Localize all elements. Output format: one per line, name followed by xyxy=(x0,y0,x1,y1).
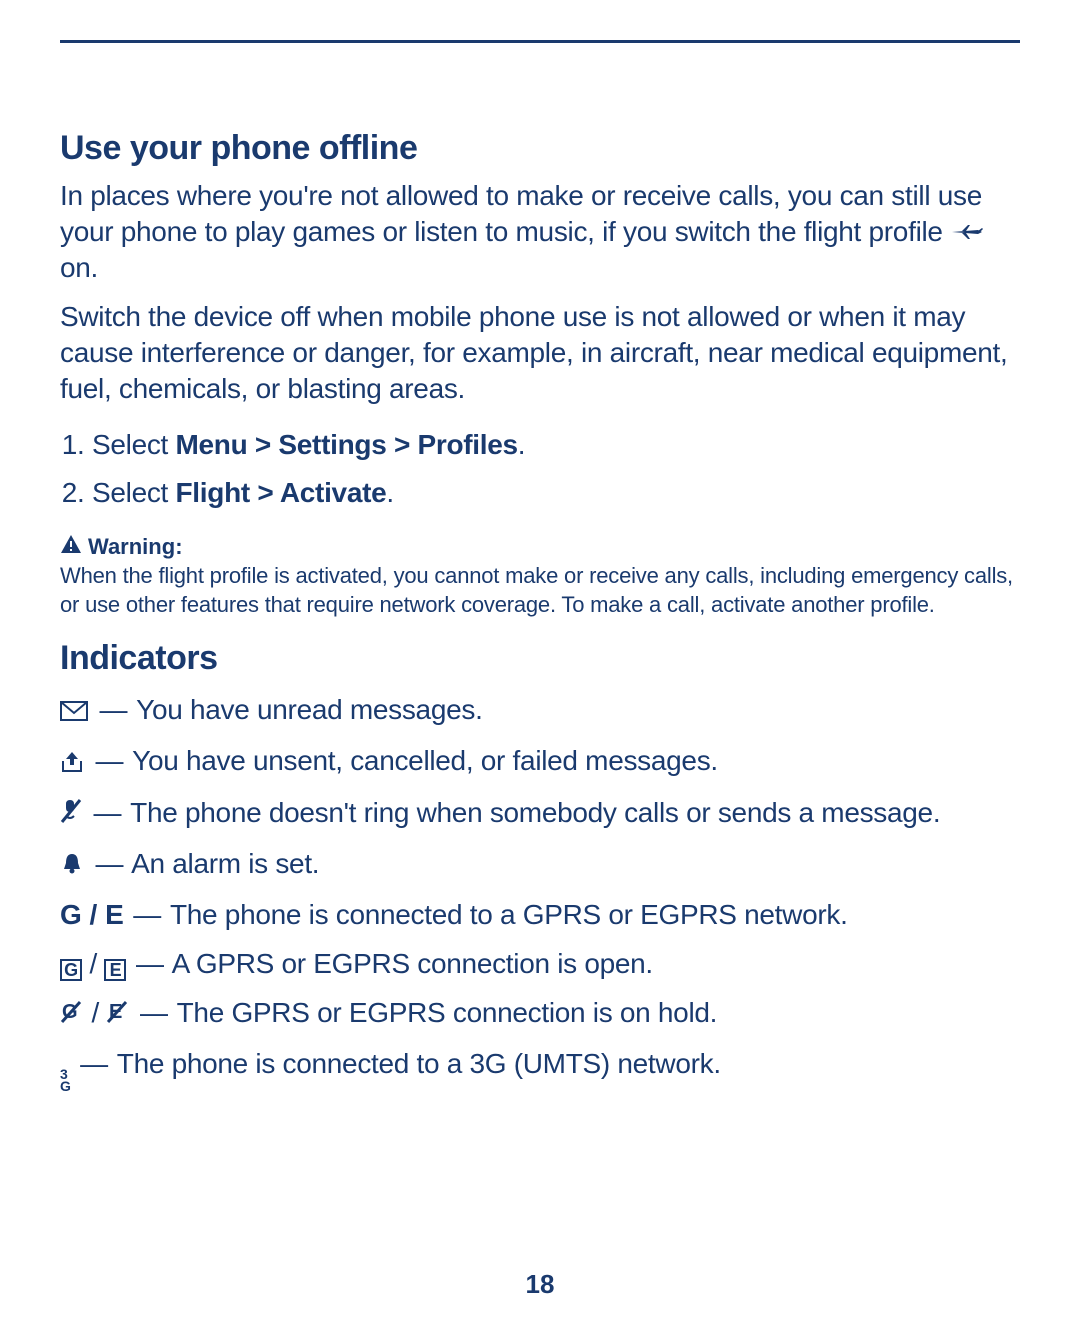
e-strike-icon: E xyxy=(106,997,128,1032)
offline-steps: Select Menu > Settings > Profiles. Selec… xyxy=(60,421,1020,516)
airplane-icon xyxy=(950,216,986,247)
indicator-list: — You have unread messages. — You have u… xyxy=(60,692,1020,1093)
indicator-silent: — The phone doesn't ring when somebody c… xyxy=(60,795,1020,832)
silent-icon xyxy=(60,797,82,832)
g-letter-icon: G xyxy=(60,899,82,930)
warning-label: Warning: xyxy=(88,534,183,560)
offline-para-1b: on. xyxy=(60,252,98,283)
top-rule xyxy=(60,40,1020,43)
warning-block: Warning: When the flight profile is acti… xyxy=(60,534,1020,619)
bell-icon xyxy=(60,848,84,883)
offline-para-1a: In places where you're not allowed to ma… xyxy=(60,180,982,247)
outbox-icon xyxy=(60,746,84,781)
indicator-silent-text: The phone doesn't ring when somebody cal… xyxy=(130,797,940,828)
e-box-icon: E xyxy=(104,959,126,981)
step-1: Select Menu > Settings > Profiles. xyxy=(92,421,1020,469)
offline-para-1: In places where you're not allowed to ma… xyxy=(60,178,1020,285)
indicator-alarm-text: An alarm is set. xyxy=(131,848,319,879)
heading-indicators: Indicators xyxy=(60,639,1020,678)
e-letter-icon: E xyxy=(105,899,124,930)
indicator-gprs-hold-text: The GPRS or EGPRS connection is on hold. xyxy=(177,997,718,1028)
three-g-icon: 3 G xyxy=(60,1068,71,1093)
indicator-unsent-text: You have unsent, cancelled, or failed me… xyxy=(132,745,718,776)
indicator-unsent: — You have unsent, cancelled, or failed … xyxy=(60,743,1020,780)
step-2: Select Flight > Activate. xyxy=(92,469,1020,517)
indicator-3g-text: The phone is connected to a 3G (UMTS) ne… xyxy=(117,1048,721,1079)
indicator-unread-text: You have unread messages. xyxy=(136,694,482,725)
warning-icon xyxy=(60,534,82,560)
indicator-gprs-open: G / E — A GPRS or EGPRS connection is op… xyxy=(60,946,1020,981)
indicator-gprs-hold: G / E — The GPRS or EGPRS connection is … xyxy=(60,995,1020,1032)
indicator-gprs-network: G / E — The phone is connected to a GPRS… xyxy=(60,897,1020,932)
heading-offline: Use your phone offline xyxy=(60,129,1020,168)
page-number: 18 xyxy=(60,1269,1020,1300)
indicator-3g: 3 G — The phone is connected to a 3G (UM… xyxy=(60,1046,1020,1093)
indicator-gprs-open-text: A GPRS or EGPRS connection is open. xyxy=(172,948,653,979)
indicator-gprs-network-text: The phone is connected to a GPRS or EGPR… xyxy=(170,899,848,930)
offline-para-2: Switch the device off when mobile phone … xyxy=(60,299,1020,406)
envelope-icon xyxy=(60,694,88,729)
warning-text: When the flight profile is activated, yo… xyxy=(60,562,1020,619)
indicator-alarm: — An alarm is set. xyxy=(60,846,1020,883)
indicator-unread: — You have unread messages. xyxy=(60,692,1020,729)
g-strike-icon: G xyxy=(60,997,82,1032)
g-box-icon: G xyxy=(60,959,82,981)
